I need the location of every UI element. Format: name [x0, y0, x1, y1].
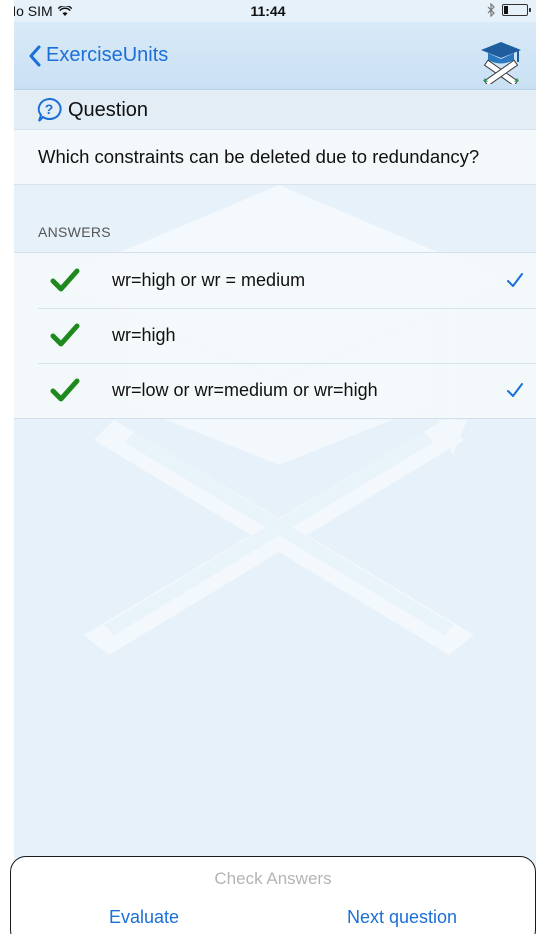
correct-checkmark-icon: [50, 268, 80, 292]
svg-text:?: ?: [45, 101, 54, 117]
question-bubble-icon: ?: [37, 97, 62, 122]
graduation-cap-logo-icon[interactable]: [480, 40, 522, 84]
correct-checkmark-icon: [50, 323, 80, 347]
evaluate-button[interactable]: Evaluate: [109, 907, 179, 928]
battery-icon: [502, 4, 531, 16]
question-header: ? Question: [14, 91, 536, 129]
question-text: Which constraints can be deleted due to …: [38, 146, 480, 167]
status-time: 11:44: [250, 3, 286, 19]
bottom-action-panel: Check Answers Evaluate Next question: [10, 856, 536, 934]
question-text-cell: Which constraints can be deleted due to …: [14, 129, 536, 185]
selected-checkmark-icon: [507, 383, 523, 397]
answer-text: wr=high: [112, 325, 176, 345]
back-button[interactable]: ExerciseUnits: [28, 44, 168, 67]
chevron-left-icon: [29, 45, 41, 66]
app-screen: No SIM 11:44 ExerciseUnits: [14, 0, 536, 934]
question-title: Question: [68, 98, 149, 121]
answers-section-header: ANSWERS: [38, 224, 111, 240]
answer-text: wr=high or wr = medium: [112, 270, 306, 290]
bluetooth-icon: [487, 3, 495, 17]
answer-row[interactable]: wr=low or wr=medium or wr=high: [14, 363, 536, 418]
correct-checkmark-icon: [50, 378, 80, 402]
answer-row[interactable]: wr=high or wr = medium: [14, 253, 536, 308]
left-gutter: [0, 0, 14, 934]
navigation-bar: ExerciseUnits: [14, 22, 536, 90]
status-bar: No SIM 11:44: [14, 0, 536, 22]
selected-checkmark-icon: [507, 273, 523, 287]
check-answers-button[interactable]: Check Answers: [11, 869, 535, 889]
next-question-button[interactable]: Next question: [347, 907, 457, 928]
answers-list: wr=high or wr = medium wr=high wr=low or…: [14, 252, 536, 419]
answer-text: wr=low or wr=medium or wr=high: [112, 380, 378, 400]
status-right: [487, 3, 531, 17]
answer-row[interactable]: wr=high: [14, 308, 536, 363]
back-button-label: ExerciseUnits: [46, 44, 169, 66]
